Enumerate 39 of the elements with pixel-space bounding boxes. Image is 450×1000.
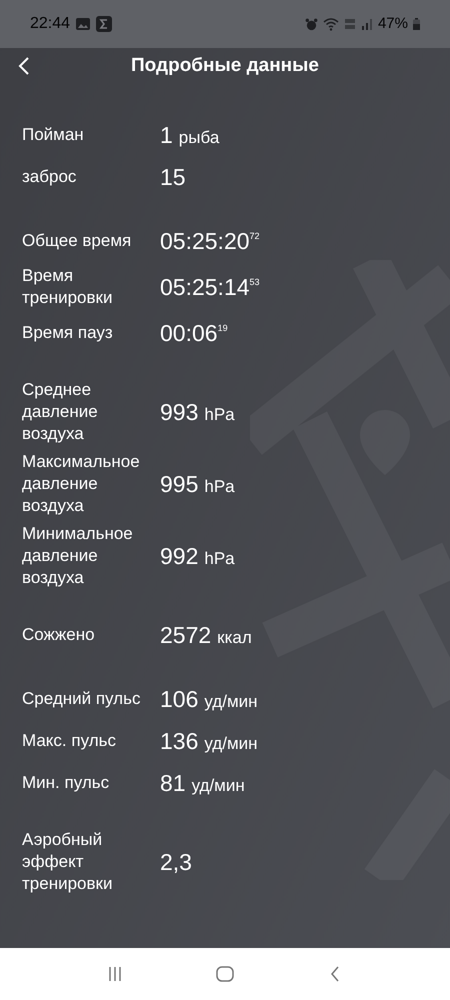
stat-value: 05:25:14$^{53}$ <box>160 272 260 302</box>
signal-icon <box>360 18 373 30</box>
back-icon <box>330 966 340 982</box>
stat-label: Аэробный эффект тренировки <box>22 829 114 895</box>
stat-value: 1 рыба <box>160 120 220 150</box>
stat-value: 15 <box>160 162 186 192</box>
image-icon <box>76 18 90 30</box>
stat-value: 992 hPa <box>160 542 235 571</box>
page-title: Подробные данные <box>131 54 319 78</box>
stat-label: Максимальное давление воздуха <box>22 451 141 517</box>
stat-label: Среднее давление воздуха <box>22 379 99 445</box>
stat-label: Макс. пульс <box>22 730 117 752</box>
back-icon <box>18 56 30 76</box>
stat-label: Средний пульс <box>22 688 142 710</box>
stat-value: 81 уд/мин <box>160 768 245 798</box>
stat-value: 05:25:20$^{72}$ <box>160 226 260 256</box>
sigma-icon <box>96 16 112 32</box>
status-time: 22:44 <box>30 14 70 34</box>
home-icon <box>216 966 234 982</box>
stat-label: Время тренировки <box>22 265 114 309</box>
stat-value: 136 уд/мин <box>160 726 258 756</box>
stat-value: 2572 ккал <box>160 620 252 650</box>
stat-label: Сожжено <box>22 624 96 646</box>
battery-icon <box>413 18 420 30</box>
battery-percent: 47% <box>378 14 408 34</box>
wifi-icon <box>322 18 339 30</box>
stat-value: 106 уд/мин <box>160 684 258 714</box>
alarm-icon <box>304 18 318 30</box>
stat-label: Минимальное давление воздуха <box>22 523 134 589</box>
stat-label: Мин. пульс <box>22 772 110 794</box>
recent-apps-icon <box>108 967 122 981</box>
stat-value: 995 hPa <box>160 470 235 499</box>
stat-value: 2,3 <box>160 848 192 877</box>
stat-label: заброс <box>22 166 78 188</box>
stat-label: Пойман <box>22 124 85 146</box>
stat-value: 00:06$^{19}$ <box>160 318 228 348</box>
stat-label: Общее время <box>22 230 132 252</box>
stat-label: Время пауз <box>22 322 114 344</box>
stat-value: 993 hPa <box>160 398 235 427</box>
